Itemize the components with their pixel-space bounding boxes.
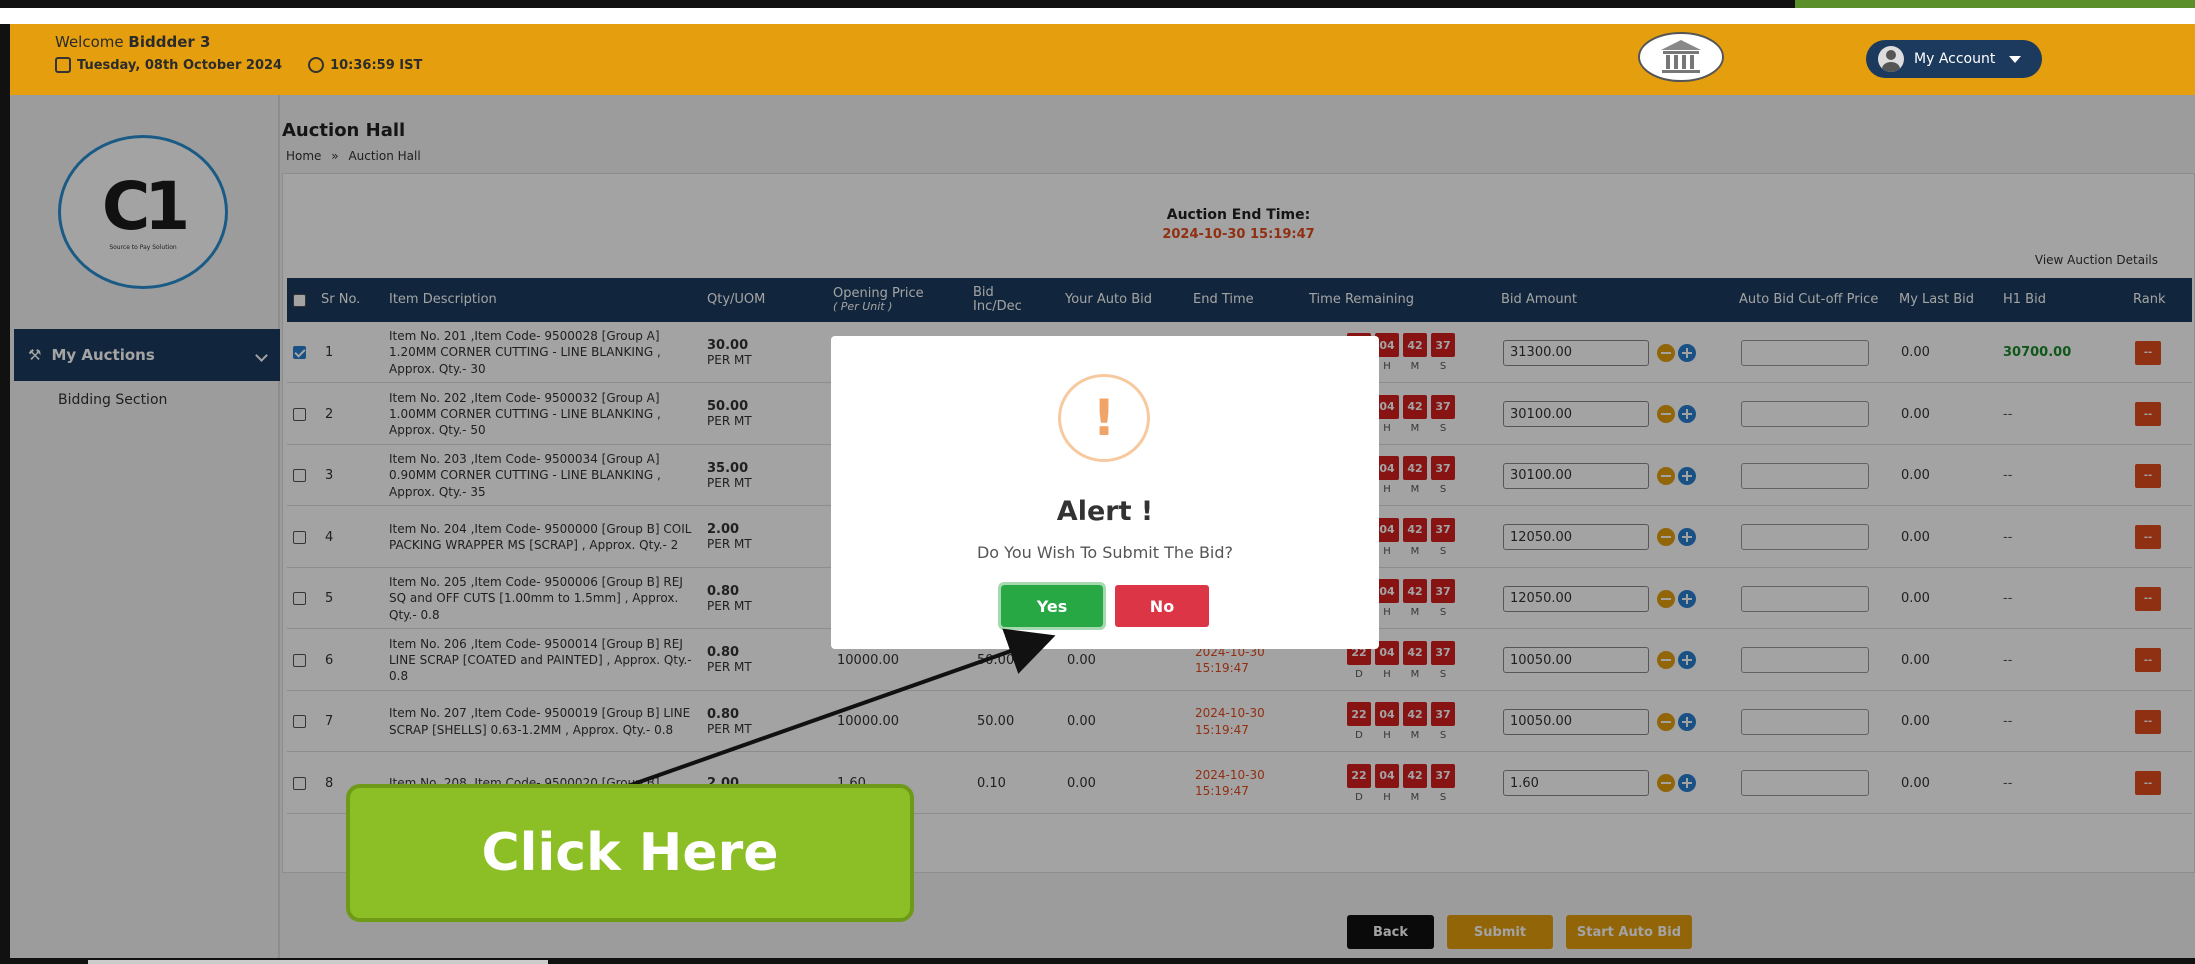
calendar-icon — [55, 57, 71, 73]
callout-text: Click Here — [481, 823, 779, 883]
date-display: Tuesday, 08th October 2024 — [55, 57, 282, 73]
horizontal-scrollbar[interactable] — [88, 960, 548, 964]
alert-dialog: ! Alert ! Do You Wish To Submit The Bid?… — [831, 336, 1379, 649]
welcome-text: Welcome Biddder 3 — [55, 33, 210, 51]
alert-message: Do You Wish To Submit The Bid? — [976, 543, 1234, 562]
my-account-label: My Account — [1914, 51, 1996, 67]
date-time-bar: Tuesday, 08th October 2024 10:36:59 IST — [55, 57, 422, 73]
top-accent-strip — [1795, 0, 2195, 8]
date-text: Tuesday, 08th October 2024 — [77, 57, 283, 73]
user-name: Biddder 3 — [128, 33, 211, 51]
yes-button[interactable]: Yes — [998, 582, 1106, 630]
app-header: Welcome Biddder 3 Tuesday, 08th October … — [10, 24, 2195, 95]
window-left-border — [0, 24, 10, 964]
alert-buttons: Yes No — [831, 582, 1379, 630]
caret-down-icon — [2009, 55, 2022, 63]
welcome-prefix: Welcome — [55, 33, 124, 51]
time-text: 10:36:59 IST — [330, 57, 423, 73]
clock-icon — [308, 57, 325, 73]
my-account-button[interactable]: My Account — [1866, 40, 2042, 78]
warning-glyph: ! — [1092, 389, 1116, 447]
alert-title: Alert ! — [1056, 496, 1154, 527]
time-display: 10:36:59 IST — [308, 57, 422, 73]
click-here-callout: Click Here — [346, 784, 914, 922]
window-top-bar — [0, 0, 2195, 24]
window-bottom-bar — [0, 958, 2195, 964]
user-avatar-icon — [1878, 46, 1904, 72]
bank-logo-icon — [1638, 32, 1724, 82]
no-button[interactable]: No — [1115, 585, 1209, 627]
warning-icon: ! — [1058, 374, 1150, 462]
